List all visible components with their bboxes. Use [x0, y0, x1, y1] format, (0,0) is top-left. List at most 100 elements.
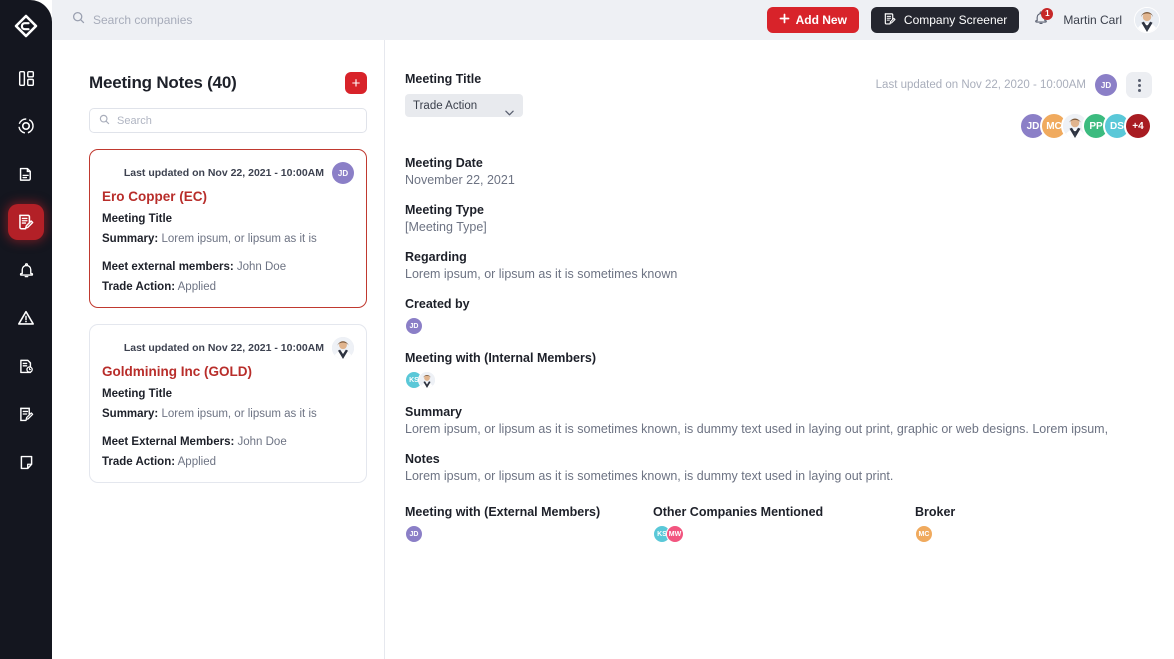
note-card-header: Last updated on Nov 22, 2021 - 10:00AM [102, 337, 354, 359]
sidebar-item-documents[interactable] [8, 156, 44, 192]
global-search[interactable] [72, 11, 767, 29]
external-members-field: Meeting with (External Members) JD [405, 505, 653, 543]
meeting-title-select[interactable]: Trade Action [405, 94, 523, 117]
avatar[interactable] [332, 337, 354, 359]
list-item[interactable]: Last updated on Nov 22, 2021 - 10:00AM G… [89, 324, 367, 483]
last-updated-group: Last updated on Nov 22, 2020 - 10:00AM J… [876, 72, 1152, 98]
created-by-label: Created by [405, 297, 470, 311]
task-edit-icon [18, 406, 35, 423]
meeting-date-label: Meeting Date [405, 156, 483, 170]
list-header: Meeting Notes (40) + [89, 72, 367, 94]
broker-avatars: MC [915, 525, 1115, 543]
other-companies-label: Other Companies Mentioned [653, 505, 824, 519]
meeting-type-label: Meeting Type [405, 203, 484, 217]
add-note-button[interactable]: + [345, 72, 367, 94]
app-root: Add New Company Screener 1 Martin Carl [0, 0, 1174, 659]
internal-members-avatars: KS [405, 371, 1152, 389]
sidebar-item-reports[interactable] [8, 348, 44, 384]
note-summary-row: Summary: Lorem ipsum, or lipsum as it is [102, 408, 354, 420]
search-icon [99, 112, 110, 130]
bottom-columns: Meeting with (External Members) JD Other… [405, 505, 1152, 543]
note-members-row: Meet External Members: John Doe [102, 436, 354, 448]
sidebar-item-alerts[interactable] [8, 252, 44, 288]
sidebar-item-dashboard[interactable] [8, 60, 44, 96]
sidebar-item-tasks[interactable] [8, 396, 44, 432]
avatar-initials: +4 [1132, 120, 1144, 132]
avatar-initials: MC [918, 530, 930, 538]
avatar-initials: MW [668, 530, 682, 538]
avatar[interactable] [1134, 7, 1160, 33]
note-trade-row: Trade Action: Applied [102, 281, 354, 293]
note-members-label: Meet External Members: [102, 436, 235, 448]
broker-label: Broker [915, 505, 956, 519]
regarding-field: Regarding Lorem ipsum, or lipsum as it i… [405, 250, 1152, 281]
avatar-initials: JD [1100, 80, 1112, 90]
note-company-name: Ero Copper (EC) [102, 189, 208, 204]
note-trade-label: Trade Action: [102, 281, 176, 293]
created-by-field: Created by JD [405, 297, 1152, 335]
participants-avatar-stack: JD MC PP DS +4 [876, 112, 1152, 140]
avatar[interactable]: JD [332, 162, 354, 184]
file-page-icon [18, 454, 35, 471]
meeting-notes-list-panel: Meeting Notes (40) + Last updated on Nov… [52, 40, 385, 659]
detail-header: Meeting Title Trade Action Last updated … [405, 72, 1152, 140]
avatar-initials: JD [1026, 120, 1040, 132]
topbar: Add New Company Screener 1 Martin Carl [52, 0, 1174, 40]
avatar[interactable]: JD [405, 317, 423, 335]
regarding-label: Regarding [405, 250, 467, 264]
meeting-date-value: November 22, 2021 [405, 173, 515, 187]
list-item[interactable]: Last updated on Nov 22, 2021 - 10:00AM J… [89, 149, 367, 308]
search-input[interactable] [93, 13, 393, 27]
note-members-value: John Doe [236, 261, 287, 273]
sidebar-item-risk[interactable] [8, 300, 44, 336]
external-members-avatars: JD [405, 525, 653, 543]
note-trade-value: Applied [177, 456, 216, 468]
avatar[interactable]: MC [915, 525, 933, 543]
notifications-button[interactable]: 1 [1031, 8, 1054, 31]
bell-alert-icon [18, 262, 35, 279]
avatar-initials: DS [1110, 120, 1124, 132]
note-trade-label: Trade Action: [102, 456, 176, 468]
sidebar-item-meeting-notes[interactable] [8, 204, 44, 240]
note-members-value: John Doe [237, 436, 287, 448]
meeting-date-field: Meeting Date November 22, 2021 [405, 156, 1152, 187]
avatar[interactable] [418, 371, 436, 389]
sidebar-item-files[interactable] [8, 444, 44, 480]
created-by-avatars: JD [405, 317, 1152, 335]
external-members-label: Meeting with (External Members) [405, 505, 601, 519]
topbar-actions: Add New Company Screener 1 Martin Carl [766, 7, 1160, 33]
add-new-button[interactable]: Add New [766, 7, 859, 33]
add-new-label: Add New [795, 13, 847, 27]
avatar-overflow-count[interactable]: +4 [1124, 112, 1152, 140]
summary-label: Summary [405, 405, 462, 419]
company-screener-button[interactable]: Company Screener [870, 7, 1020, 33]
avatar[interactable]: JD [405, 525, 423, 543]
note-company-name: Goldmining Inc (GOLD) [102, 364, 252, 379]
broker-field: Broker MC [915, 505, 1115, 543]
avatar-initials: MC [1046, 120, 1062, 132]
search-input[interactable] [117, 114, 357, 127]
meeting-type-value: [Meeting Type] [405, 220, 487, 234]
note-meeting-title: Meeting Title [102, 213, 173, 225]
note-summary-row: Summary: Lorem ipsum, or lipsum as it is [102, 233, 354, 245]
notes-search[interactable] [89, 108, 367, 133]
avatar[interactable]: JD [1095, 74, 1117, 96]
meeting-title-label: Meeting Title [405, 72, 482, 86]
page-title: Meeting Notes (40) [89, 73, 237, 92]
note-updated-text: Last updated on Nov 22, 2021 - 10:00AM [123, 167, 324, 179]
notes-field: Notes Lorem ipsum, or lipsum as it is so… [405, 452, 1152, 483]
meeting-note-detail-panel: Meeting Title Trade Action Last updated … [385, 40, 1174, 659]
avatar-initials: JD [409, 530, 419, 538]
summary-value: Lorem ipsum, or lipsum as it is sometime… [405, 422, 1109, 436]
report-clock-icon [18, 358, 35, 375]
meeting-title-select-wrap: Trade Action [405, 94, 523, 117]
brand-diamond-logo[interactable] [11, 12, 41, 42]
sidebar-item-insights[interactable] [8, 108, 44, 144]
more-vertical-icon[interactable] [1126, 72, 1152, 98]
internal-members-field: Meeting with (Internal Members) KS [405, 351, 1152, 389]
last-updated-text: Last updated on Nov 22, 2020 - 10:00AM [875, 79, 1086, 91]
avatar[interactable]: MW [666, 525, 684, 543]
user-name: Martin Carl [1063, 13, 1122, 27]
note-trade-value: Applied [177, 281, 216, 293]
company-screener-label: Company Screener [903, 13, 1008, 27]
